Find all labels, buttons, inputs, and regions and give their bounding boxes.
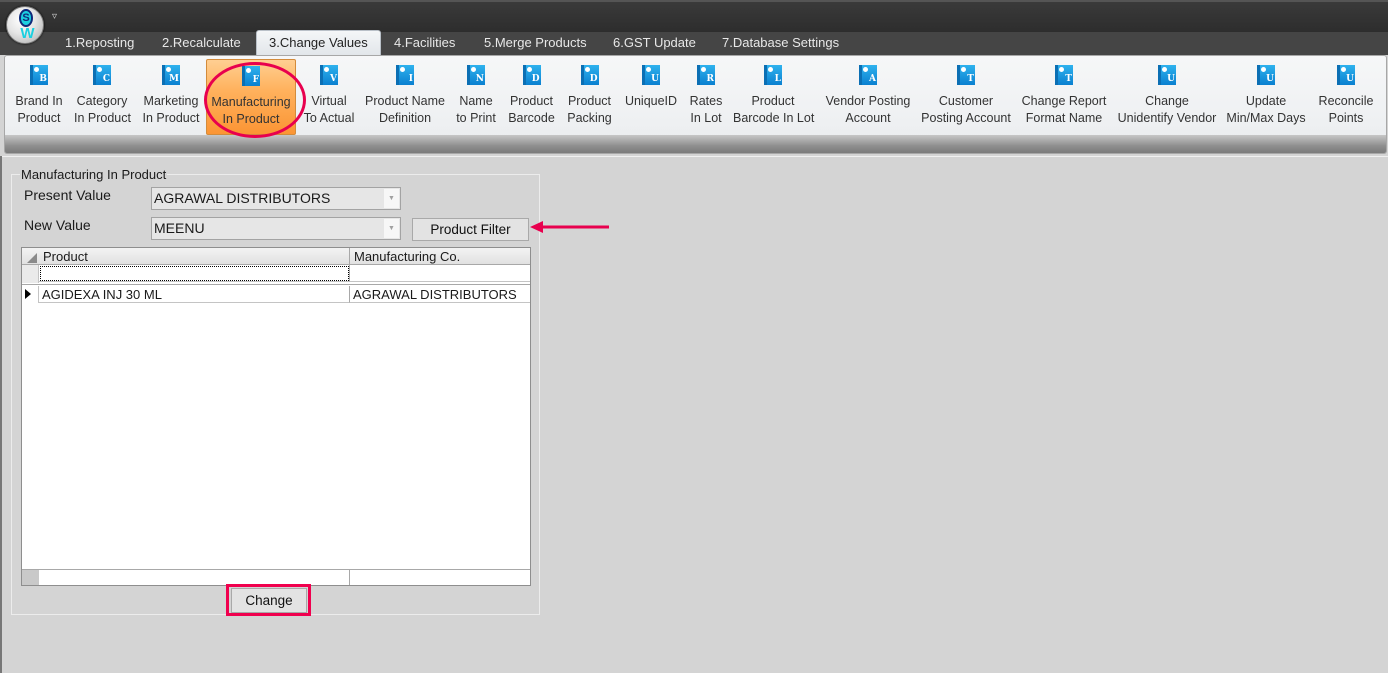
arrow-annotation-icon (530, 221, 609, 233)
footer-selector (22, 570, 39, 585)
quick-access-dropdown-icon[interactable]: ▿ (52, 12, 57, 22)
button-label: UniqueID (624, 94, 678, 108)
button-label: Vendor Posting Account (825, 94, 911, 125)
present-value-text: AGRAWAL DISTRIBUTORS (154, 190, 331, 206)
filter-row-divider (22, 283, 530, 285)
filter-cell-manufacturing-co[interactable] (350, 265, 530, 282)
ribbon-virtual-to-actual-button[interactable]: V Virtual To Actual (298, 59, 360, 135)
ribbon-rates-in-lot-button[interactable]: R Rates In Lot (684, 59, 728, 135)
tab-change-values[interactable]: 3.Change Values (256, 30, 381, 55)
ribbon-update-min-max-days-button[interactable]: U Update Min/Max Days (1222, 59, 1310, 135)
select-all-corner[interactable] (22, 248, 39, 265)
ribbon-name-to-print-button[interactable]: N Name to Print (451, 59, 501, 135)
grid-footer-row (22, 569, 530, 585)
ribbon-customer-posting-account-button[interactable]: T Customer Posting Account (917, 59, 1015, 135)
new-value-combo[interactable]: MEENU ▼ (151, 217, 401, 240)
ribbon-panel: B Brand In Product C Category In Product M… (4, 55, 1387, 154)
button-label: Category In Product (74, 94, 131, 125)
filter-cell-product[interactable] (39, 265, 350, 282)
barcode-icon: D (522, 65, 541, 85)
report-format-icon: T (1055, 65, 1073, 85)
ribbon-change-unidentify-vendor-button[interactable]: U Change Unidentify Vendor (1113, 59, 1221, 135)
title-bar: ▿ (0, 0, 1388, 32)
name-print-icon: N (467, 65, 485, 85)
tab-reposting[interactable]: 1.Reposting (55, 32, 144, 55)
ribbon-separator (0, 156, 1388, 157)
button-label: Product Packing (567, 94, 612, 125)
ribbon-product-packing-button[interactable]: D Product Packing (562, 59, 617, 135)
button-label: Product Barcode (508, 94, 555, 125)
ribbon-marketing-in-product-button[interactable]: M Marketing In Product (138, 59, 204, 135)
tab-merge-products[interactable]: 5.Merge Products (474, 32, 597, 55)
button-label: Virtual To Actual (303, 94, 355, 125)
app-logo[interactable]: S W (6, 6, 44, 44)
new-value-text: MEENU (154, 220, 205, 236)
button-label: Reconcile Points (1318, 94, 1374, 125)
ribbon-manufacturing-in-product-button[interactable]: F Manufacturing In Product (206, 59, 296, 135)
button-label: Update Min/Max Days (1226, 94, 1306, 125)
rates-icon: R (697, 65, 715, 85)
current-row-indicator-icon (25, 289, 31, 299)
product-grid[interactable]: Product Manufacturing Co. AGIDEXA INJ 30… (21, 247, 531, 586)
group-title: Manufacturing In Product (20, 167, 168, 182)
button-label: Marketing In Product (142, 94, 200, 125)
product-name-icon: I (396, 65, 414, 85)
button-label: Product Barcode In Lot (733, 94, 815, 125)
tab-gst-update[interactable]: 6.GST Update (603, 32, 706, 55)
button-label: Product Name Definition (365, 94, 445, 125)
dropdown-arrow-icon[interactable]: ▼ (384, 189, 399, 208)
ribbon-product-barcode-button[interactable]: D Product Barcode (504, 59, 559, 135)
manufacturing-icon: F (242, 66, 260, 86)
window-left-edge (0, 156, 2, 673)
tab-facilities[interactable]: 4.Facilities (384, 32, 465, 55)
marketing-icon: M (162, 65, 180, 85)
new-value-label: New Value (24, 217, 91, 233)
packing-icon: D (580, 65, 599, 85)
virtual-icon: V (320, 65, 338, 85)
row-selector[interactable] (22, 265, 39, 283)
button-label: Manufacturing In Product (211, 95, 291, 126)
customer-account-icon: T (957, 65, 975, 85)
unidentify-vendor-icon: U (1158, 65, 1176, 85)
tab-database-settings[interactable]: 7.Database Settings (712, 32, 849, 55)
grid-header: Product Manufacturing Co. (22, 248, 530, 265)
present-value-combo[interactable]: AGRAWAL DISTRIBUTORS ▼ (151, 187, 401, 210)
dropdown-arrow-icon[interactable]: ▼ (384, 219, 399, 238)
button-label: Name to Print (456, 94, 496, 125)
button-label: Change Unidentify Vendor (1117, 94, 1217, 125)
ribbon-product-barcode-in-lot-button[interactable]: L Product Barcode In Lot (729, 59, 817, 135)
product-filter-button[interactable]: Product Filter (412, 218, 529, 241)
ribbon-tab-strip: 1.Reposting 2.Recalculate 3.Change Value… (0, 30, 1388, 55)
ribbon-product-name-definition-button[interactable]: I Product Name Definition (361, 59, 449, 135)
ribbon-brand-in-product-button[interactable]: B Brand In Product (10, 59, 68, 135)
barcode-lot-icon: L (764, 65, 782, 85)
column-header-product[interactable]: Product (39, 248, 350, 265)
button-label: Rates In Lot (689, 94, 723, 125)
ribbon-vendor-posting-account-button[interactable]: A Vendor Posting Account (819, 59, 917, 135)
column-header-manufacturing-co[interactable]: Manufacturing Co. (350, 248, 530, 265)
button-label: Customer Posting Account (921, 94, 1011, 125)
ribbon-category-in-product-button[interactable]: C Category In Product (70, 59, 134, 135)
brand-icon: B (30, 65, 48, 85)
footer-divider (349, 570, 350, 585)
cell-product[interactable]: AGIDEXA INJ 30 ML (39, 286, 350, 303)
vendor-account-icon: A (859, 65, 877, 85)
category-icon: C (93, 65, 111, 85)
button-label: Change Report Format Name (1021, 94, 1107, 125)
logo-mark: W (20, 25, 34, 42)
uniqueid-icon: U (642, 65, 660, 85)
min-max-days-icon: U (1257, 65, 1275, 85)
ribbon-change-report-format-name-button[interactable]: T Change Report Format Name (1016, 59, 1112, 135)
cell-manufacturing-co[interactable]: AGRAWAL DISTRIBUTORS (350, 286, 530, 303)
ribbon-reconcile-points-button[interactable]: U Reconcile Points (1311, 59, 1381, 135)
change-button[interactable]: Change (231, 588, 307, 613)
tab-recalculate[interactable]: 2.Recalculate (152, 32, 251, 55)
ribbon-footer-bar (5, 135, 1386, 153)
ribbon-uniqueid-button[interactable]: U UniqueID (619, 59, 683, 135)
present-value-label: Present Value (24, 187, 111, 203)
reconcile-points-icon: U (1337, 65, 1355, 85)
button-label: Brand In Product (15, 94, 63, 125)
